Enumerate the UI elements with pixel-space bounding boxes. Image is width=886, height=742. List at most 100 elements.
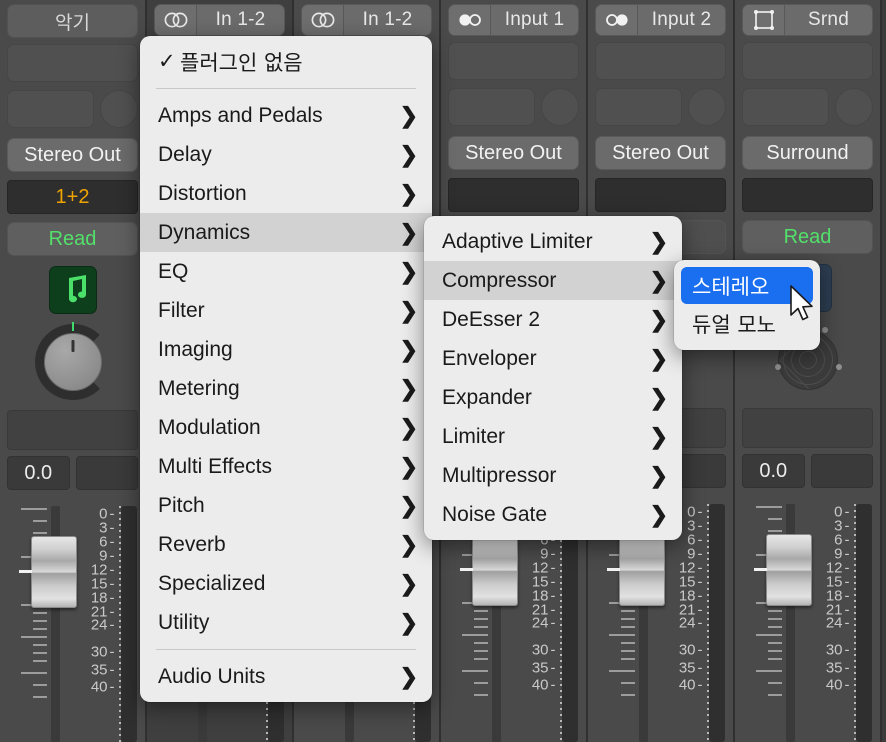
meter-scale-label: 24	[826, 615, 850, 632]
menu-item-filter[interactable]: Filter❯	[140, 291, 432, 330]
input-button-label: Input 1	[491, 9, 578, 31]
send-slot[interactable]	[595, 88, 682, 126]
fader-handle[interactable]	[31, 536, 77, 608]
menu-item-dynamics[interactable]: Dynamics❯	[140, 213, 432, 252]
send-knob[interactable]	[100, 90, 138, 128]
channel-format-submenu[interactable]: 스테레오듀얼 모노	[674, 260, 820, 350]
menu-item-multipressor[interactable]: Multipressor❯	[424, 456, 682, 495]
menu-item-label: Multipressor	[442, 464, 632, 488]
bus-button[interactable]	[448, 178, 579, 212]
automation-mode-button[interactable]: Read	[7, 222, 138, 256]
volume-fader[interactable]	[9, 506, 75, 742]
fader-handle[interactable]	[472, 534, 518, 606]
volume-value[interactable]: 0.0	[742, 454, 805, 488]
input-button-label: In 1-2	[197, 9, 284, 31]
menu-item-multi-effects[interactable]: Multi Effects❯	[140, 447, 432, 486]
menu-item-amps-and-pedals[interactable]: Amps and Pedals❯	[140, 96, 432, 135]
chevron-right-icon: ❯	[400, 261, 418, 283]
menu-item-label: Adaptive Limiter	[442, 230, 632, 254]
meter-scale-label: 35	[679, 660, 703, 677]
send-knob[interactable]	[688, 88, 726, 126]
meter-scale-label: 30	[532, 641, 556, 658]
pan-knob-body	[44, 333, 102, 391]
menu-item-imaging[interactable]: Imaging❯	[140, 330, 432, 369]
plugin-category-list: Amps and Pedals❯Delay❯Distortion❯Dynamic…	[140, 96, 432, 642]
menu-item-pitch[interactable]: Pitch❯	[140, 486, 432, 525]
output-button[interactable]: Stereo Out	[595, 136, 726, 170]
instrument-button[interactable]: 악기	[7, 4, 138, 38]
meter-scale-label: 35	[91, 662, 115, 679]
send-knob[interactable]	[541, 88, 579, 126]
menu-item-delay[interactable]: Delay❯	[140, 135, 432, 174]
menu-item-deesser-2[interactable]: DeEsser 2❯	[424, 300, 682, 339]
strip-name-field[interactable]	[742, 408, 873, 448]
instrument-button-label: 악기	[55, 8, 90, 35]
music-note-icon[interactable]	[49, 266, 97, 314]
stereo-icon	[155, 5, 197, 35]
menu-item-label: Enveloper	[442, 347, 632, 371]
menu-item-label: Compressor	[442, 269, 632, 293]
send-slot[interactable]	[7, 90, 94, 128]
menu-item-utility[interactable]: Utility❯	[140, 603, 432, 642]
menu-item-enveloper[interactable]: Enveloper❯	[424, 339, 682, 378]
insert-slot[interactable]	[7, 44, 138, 82]
menu-item-compressor[interactable]: Compressor❯	[424, 261, 682, 300]
menu-item-label: Amps and Pedals	[158, 104, 382, 128]
pan-knob[interactable]	[35, 324, 111, 400]
menu-item-audio-units[interactable]: Audio Units❯	[140, 657, 432, 696]
volume-value[interactable]: 0.0	[7, 456, 70, 490]
dynamics-plugin-list: Adaptive Limiter❯Compressor❯DeEsser 2❯En…	[424, 222, 682, 534]
menu-item-label: 스테레오	[692, 271, 799, 301]
bus-button[interactable]	[595, 178, 726, 212]
surround-icon	[743, 5, 785, 35]
dynamics-submenu[interactable]: Adaptive Limiter❯Compressor❯DeEsser 2❯En…	[424, 216, 682, 540]
strip-name-field[interactable]	[7, 410, 138, 450]
menu-item-limiter[interactable]: Limiter❯	[424, 417, 682, 456]
input-button[interactable]: Input 1	[448, 4, 579, 36]
channel-strip-instrument: 악기 Stereo Out 1+2 Read 0.0	[0, 0, 147, 742]
menu-item-adaptive-limiter[interactable]: Adaptive Limiter❯	[424, 222, 682, 261]
input-button[interactable]: Input 2	[595, 4, 726, 36]
output-button[interactable]: Surround	[742, 136, 873, 170]
chevron-right-icon: ❯	[400, 144, 418, 166]
pan-value[interactable]	[811, 454, 874, 488]
meter-scale-label: 35	[826, 660, 850, 677]
input-button[interactable]: In 1-2	[154, 4, 285, 36]
menu-item-label: Multi Effects	[158, 455, 382, 479]
send-slot[interactable]	[448, 88, 535, 126]
menu-item-modulation[interactable]: Modulation❯	[140, 408, 432, 447]
automation-mode-button[interactable]: Read	[742, 220, 873, 254]
insert-slot[interactable]	[448, 42, 579, 80]
value-row: 0.0	[742, 454, 873, 488]
output-button[interactable]: Stereo Out	[448, 136, 579, 170]
send-row	[7, 90, 138, 128]
menu-item-스테레오[interactable]: 스테레오	[681, 267, 813, 304]
bus-button[interactable]	[742, 178, 873, 212]
meter-bar	[709, 504, 725, 742]
input-button[interactable]: Srnd	[742, 4, 873, 36]
plugin-category-menu[interactable]: ✓ 플러그인 없음 Amps and Pedals❯Delay❯Distorti…	[140, 36, 432, 702]
menu-item-no-plugin[interactable]: ✓ 플러그인 없음	[140, 42, 432, 81]
menu-item-noise-gate[interactable]: Noise Gate❯	[424, 495, 682, 534]
volume-fader[interactable]	[744, 504, 810, 742]
fader-handle[interactable]	[619, 534, 665, 606]
send-knob[interactable]	[835, 88, 873, 126]
chevron-right-icon: ❯	[400, 573, 418, 595]
pan-value[interactable]	[76, 456, 139, 490]
fader-handle[interactable]	[766, 534, 812, 606]
menu-item-expander[interactable]: Expander❯	[424, 378, 682, 417]
chevron-right-icon: ❯	[400, 495, 418, 517]
menu-item-distortion[interactable]: Distortion❯	[140, 174, 432, 213]
menu-item-specialized[interactable]: Specialized❯	[140, 564, 432, 603]
output-button[interactable]: Stereo Out	[7, 138, 138, 172]
menu-item-eq[interactable]: EQ❯	[140, 252, 432, 291]
input-button[interactable]: In 1-2	[301, 4, 432, 36]
menu-item-metering[interactable]: Metering❯	[140, 369, 432, 408]
send-slot[interactable]	[742, 88, 829, 126]
bus-button[interactable]: 1+2	[7, 180, 138, 214]
insert-slot[interactable]	[595, 42, 726, 80]
insert-slot[interactable]	[742, 42, 873, 80]
meter-scale-label: 24	[91, 617, 115, 634]
menu-item-reverb[interactable]: Reverb❯	[140, 525, 432, 564]
menu-item-듀얼-모노[interactable]: 듀얼 모노	[674, 304, 820, 343]
